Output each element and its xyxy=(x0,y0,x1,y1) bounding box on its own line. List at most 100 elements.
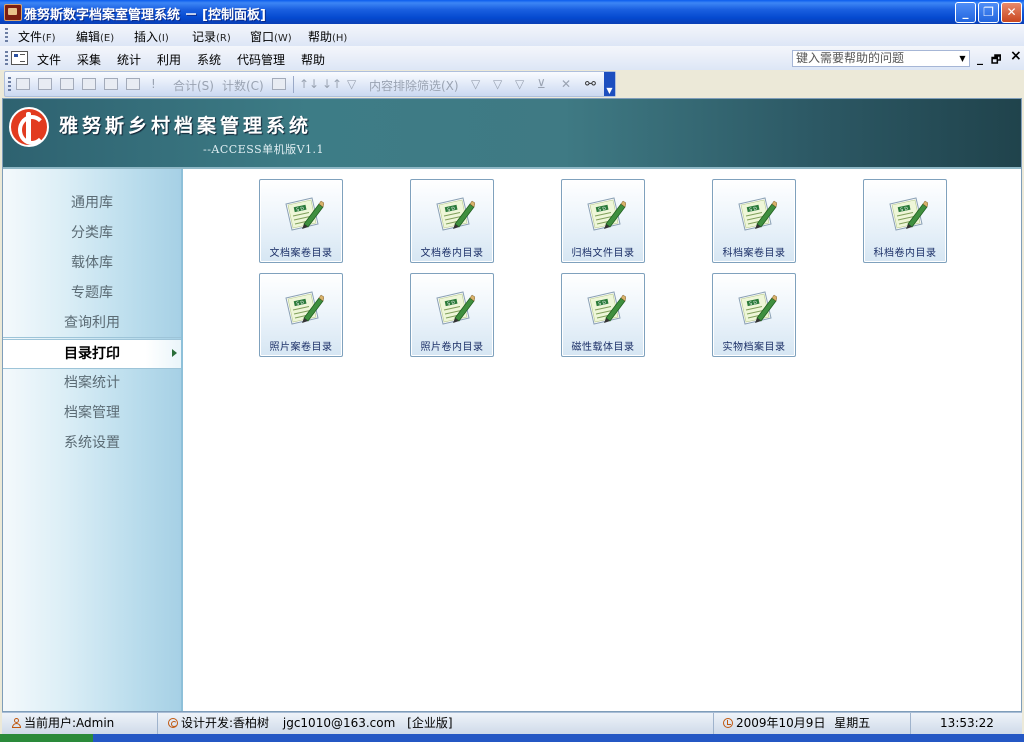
document-pen-icon: S D xyxy=(584,194,627,234)
menu2-help[interactable]: 帮助 xyxy=(301,51,325,68)
menu-file[interactable]: 文件(F) xyxy=(18,28,56,45)
catalog-tile-button[interactable]: S D 文档案卷目录 xyxy=(259,179,343,263)
print-icon[interactable] xyxy=(38,78,52,90)
info-icon[interactable]: ! xyxy=(151,77,156,91)
menu-edit[interactable]: 编辑(E) xyxy=(76,28,114,45)
filter-selection-icon[interactable]: ▽ xyxy=(347,77,356,91)
help-search-input[interactable]: 键入需要帮助的问题 ▼ xyxy=(792,50,970,67)
new-record-icon[interactable] xyxy=(16,78,30,90)
menu-label: 文件 xyxy=(18,30,43,44)
document-pen-icon: S D xyxy=(282,194,325,234)
count-button[interactable]: 计数(C) xyxy=(222,77,264,94)
sidebar-item-query-use[interactable]: 查询利用 xyxy=(3,309,181,338)
catalog-tile-button[interactable]: S D 归档文件目录 xyxy=(561,179,645,263)
menu-accel: (I) xyxy=(158,33,169,44)
close-button[interactable]: ✕ xyxy=(1001,2,1022,23)
sort-ascending-icon[interactable]: ↑↓ xyxy=(299,77,319,91)
tile-label: 照片卷内目录 xyxy=(420,342,484,353)
sidebar-item-topic-library[interactable]: 专题库 xyxy=(3,279,181,307)
menu2-collect[interactable]: 采集 xyxy=(77,51,101,68)
indent-icon[interactable] xyxy=(60,78,74,90)
copyright-icon xyxy=(168,718,178,728)
toolbar-overflow-icon[interactable]: ▼ xyxy=(604,72,615,96)
user-icon xyxy=(12,718,21,728)
sidebar-item-carrier-library[interactable]: 载体库 xyxy=(3,249,181,277)
catalog-tile-button[interactable]: S D 科档案卷目录 xyxy=(712,179,796,263)
advanced-filter-icon[interactable]: ▽ xyxy=(515,77,524,91)
sidebar-item-general-library[interactable]: 通用库 xyxy=(3,189,181,217)
catalog-tile-button[interactable]: S D 文档卷内目录 xyxy=(410,179,494,263)
menu2-use[interactable]: 利用 xyxy=(157,51,181,68)
menu-records[interactable]: 记录(R) xyxy=(192,28,231,45)
tile-label: 磁性载体目录 xyxy=(571,342,635,353)
current-date: 2009年10月9日 xyxy=(736,716,826,730)
catalog-tile-button[interactable]: S D 磁性载体目录 xyxy=(561,273,645,357)
menu-label: 插入 xyxy=(134,30,159,44)
document-pen-icon: S D xyxy=(433,194,476,234)
document-pen-icon: S D xyxy=(584,288,627,328)
menu2-statistics[interactable]: 统计 xyxy=(117,51,141,68)
document-pen-icon: S D xyxy=(282,288,325,328)
catalog-tile-button[interactable]: S D 照片卷内目录 xyxy=(410,273,494,357)
menu2-code-management[interactable]: 代码管理 xyxy=(237,51,285,68)
tile-label: 实物档案目录 xyxy=(722,342,786,353)
sidebar-item-archive-management[interactable]: 档案管理 xyxy=(3,399,181,427)
menu2-system[interactable]: 系统 xyxy=(197,51,221,68)
menu-window[interactable]: 窗口(W) xyxy=(250,28,292,45)
mdi-restore-button[interactable]: 🗗 xyxy=(991,51,1001,70)
sort-descending-icon[interactable]: ↓↑ xyxy=(322,77,342,91)
mdi-minimize-button[interactable]: _ xyxy=(977,51,983,65)
sidebar-item-archive-statistics[interactable]: 档案统计 xyxy=(3,369,181,397)
sidebar-item-classification-library[interactable]: 分类库 xyxy=(3,219,181,247)
edition: [企业版] xyxy=(407,716,453,730)
restore-button[interactable]: ❐ xyxy=(978,2,999,23)
print-preview-icon[interactable] xyxy=(272,78,286,90)
tile-label: 科档卷内目录 xyxy=(873,248,937,259)
current-user-panel: 当前用户:Admin xyxy=(2,713,158,734)
form-icon[interactable] xyxy=(11,51,28,65)
tile-label: 科档案卷目录 xyxy=(722,248,786,259)
developer-email: jgc1010@163.com xyxy=(282,716,396,730)
sidebar-item-catalog-print[interactable]: 目录打印 xyxy=(3,339,181,369)
document-pen-icon: S D xyxy=(735,194,778,234)
toolbar-separator xyxy=(293,76,294,93)
minimize-button[interactable]: _ xyxy=(955,2,976,23)
tile-label: 文档卷内目录 xyxy=(420,248,484,259)
catalog-tile-button[interactable]: S D 实物档案目录 xyxy=(712,273,796,357)
exclude-filter-button[interactable]: 内容排除筛选(X) xyxy=(369,77,459,94)
mdi-close-button[interactable]: × xyxy=(1010,48,1022,64)
column-icon[interactable] xyxy=(126,78,140,90)
system-version: --ACCESS单机版V1.1 xyxy=(203,143,325,156)
date-panel: 2009年10月9日 星期五 xyxy=(715,713,911,734)
grip-handle[interactable] xyxy=(5,28,8,42)
table-icon[interactable] xyxy=(104,78,118,90)
menu-accel: (F) xyxy=(42,33,56,44)
menu2-file[interactable]: 文件 xyxy=(37,51,61,68)
menu-label: 窗口 xyxy=(250,30,275,44)
menu-help[interactable]: 帮助(H) xyxy=(308,28,347,45)
remove-filter-icon[interactable]: ✕ xyxy=(561,77,571,91)
app-icon[interactable] xyxy=(4,4,22,21)
menu-accel: (R) xyxy=(216,33,231,44)
menu-bar: 文件(F) 编辑(E) 插入(I) 记录(R) 窗口(W) 帮助(H) xyxy=(0,24,1024,47)
system-title: 雅努斯乡村档案管理系统 xyxy=(59,115,313,137)
filter-form-icon[interactable]: ▽ xyxy=(471,77,480,91)
catalog-tile-button[interactable]: S D 科档卷内目录 xyxy=(863,179,947,263)
grip-handle[interactable] xyxy=(5,51,8,65)
menu-insert[interactable]: 插入(I) xyxy=(134,28,169,45)
developer: 设计开发:香柏树 xyxy=(181,716,270,730)
grip-handle[interactable] xyxy=(8,77,11,91)
chevron-down-icon[interactable]: ▼ xyxy=(957,52,968,65)
sidebar-item-system-settings[interactable]: 系统设置 xyxy=(3,429,181,457)
total-button[interactable]: 合计(S) xyxy=(173,77,214,94)
current-user: 当前用户:Admin xyxy=(24,716,115,730)
toggle-filter-icon[interactable]: ⊻ xyxy=(537,77,546,91)
developer-panel: 设计开发:香柏树 jgc1010@163.com [企业版] xyxy=(159,713,714,734)
outdent-icon[interactable] xyxy=(82,78,96,90)
sidebar-item-label: 目录打印 xyxy=(64,346,120,362)
apply-filter-icon[interactable]: ▽ xyxy=(493,77,502,91)
header-banner: 雅努斯乡村档案管理系统 --ACCESS单机版V1.1 xyxy=(3,99,1021,169)
document-pen-icon: S D xyxy=(433,288,476,328)
find-binoculars-icon[interactable]: ⚯ xyxy=(585,77,596,92)
catalog-tile-button[interactable]: S D 照片案卷目录 xyxy=(259,273,343,357)
